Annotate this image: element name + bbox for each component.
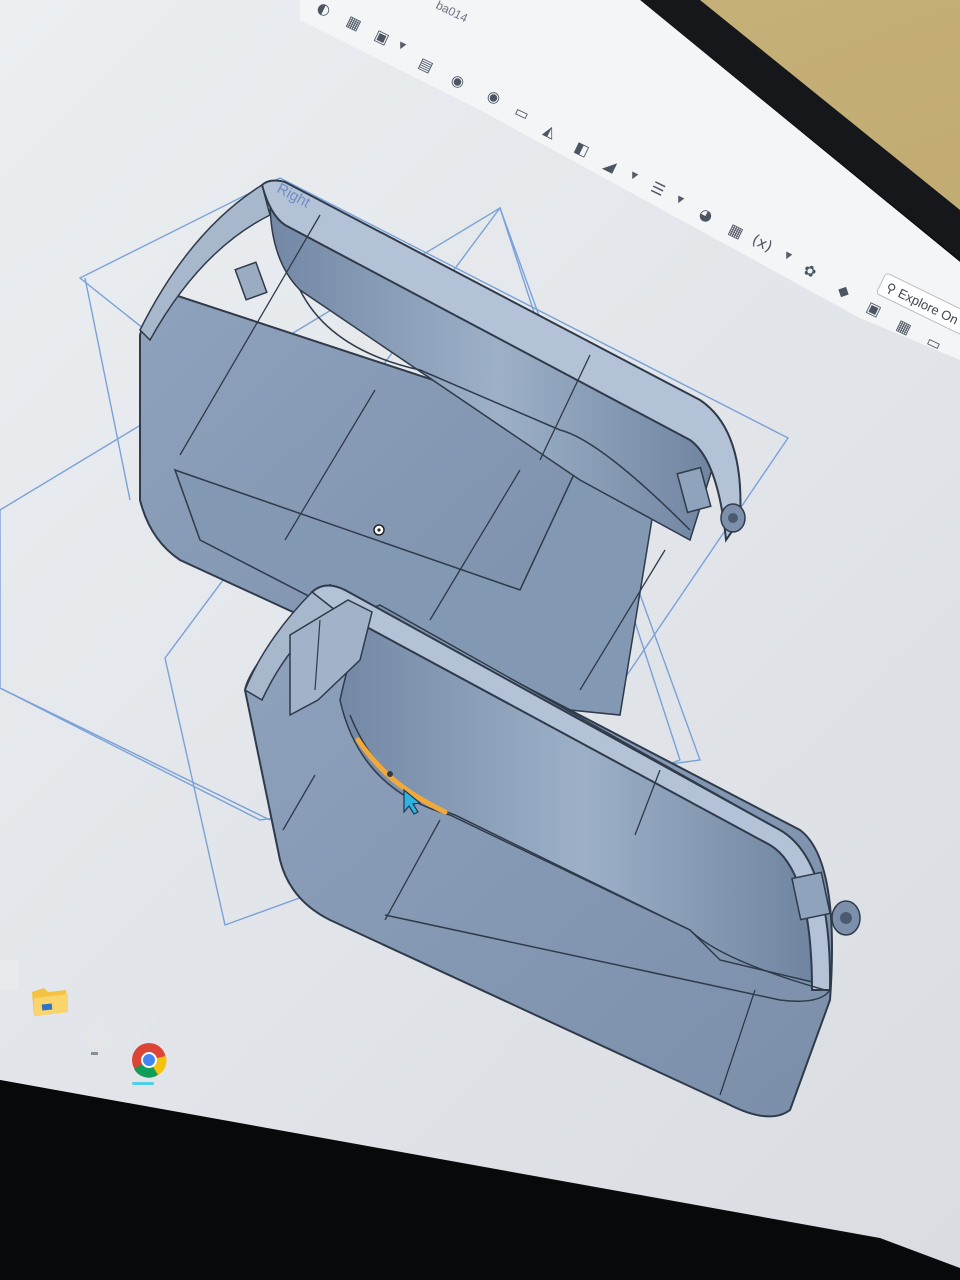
start-icon[interactable] (0, 960, 18, 990)
chrome-icon[interactable] (124, 1036, 174, 1092)
logitech-g-icon[interactable] (84, 1018, 114, 1060)
file-explorer-icon[interactable] (28, 982, 72, 1022)
